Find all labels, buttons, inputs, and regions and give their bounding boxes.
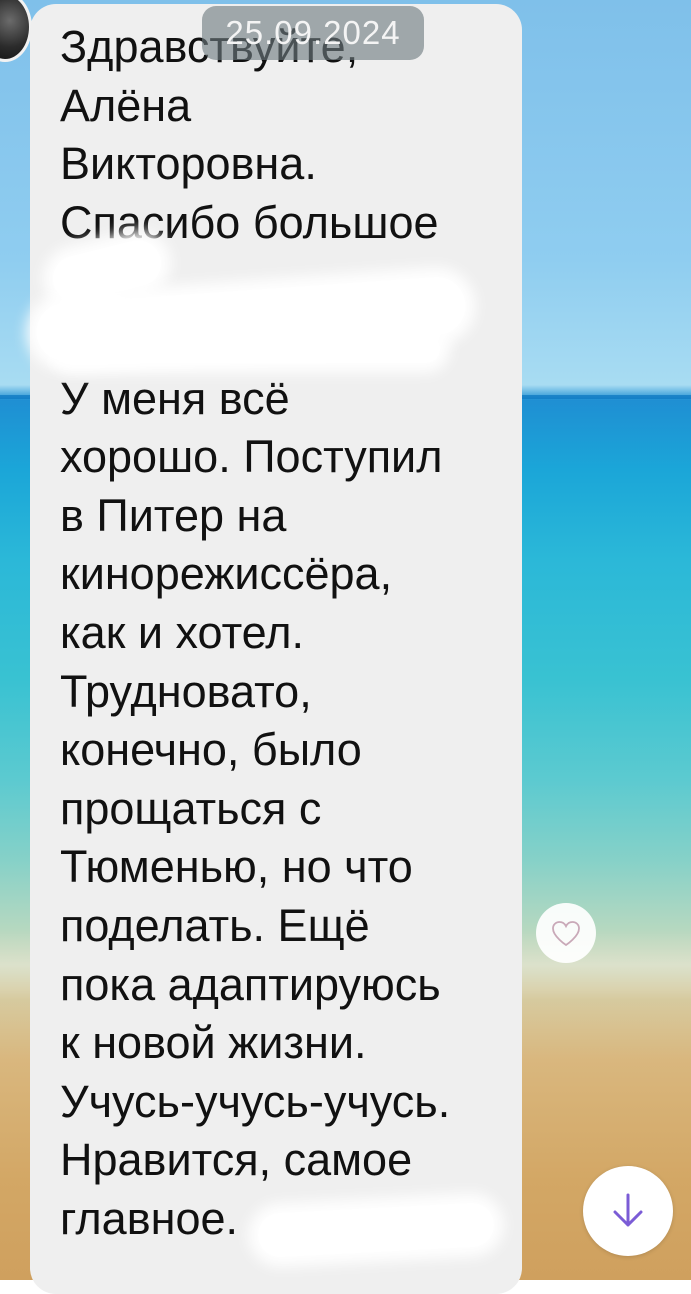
message-line: Нравится, самое	[60, 1134, 413, 1186]
message-line: Алёна	[60, 79, 192, 131]
message-line: хорошо. Поступил	[60, 431, 443, 483]
like-button[interactable]	[536, 903, 596, 963]
message-bubble[interactable]: Здравствуйте, Алёна Викторовна. Спасибо …	[30, 4, 522, 1294]
arrow-down-icon	[613, 1193, 643, 1227]
message-line: кинорежиссёра,	[60, 548, 393, 600]
date-badge: 25.09.2024	[202, 6, 424, 60]
message-line: в Питер на	[60, 489, 287, 541]
message-line: как и хотел.	[60, 606, 304, 658]
message-line: поделать. Ещё	[60, 899, 370, 951]
heart-icon	[552, 921, 580, 947]
message-line: прощаться с	[60, 782, 322, 834]
message-line: Трудновато,	[60, 665, 312, 717]
message-line: Тюменью, но что	[60, 841, 413, 893]
scroll-to-bottom-button[interactable]	[583, 1166, 673, 1256]
message-line: Учусь-учусь-учусь.	[60, 1075, 451, 1127]
message-line: к новой жизни.	[60, 1017, 367, 1069]
message-line: пока адаптируюсь	[60, 958, 441, 1010]
redaction-blur	[60, 335, 440, 363]
message-line: Викторовна.	[60, 138, 317, 190]
message-line: конечно, было	[60, 724, 362, 776]
message-line: У меня всё	[60, 372, 290, 424]
